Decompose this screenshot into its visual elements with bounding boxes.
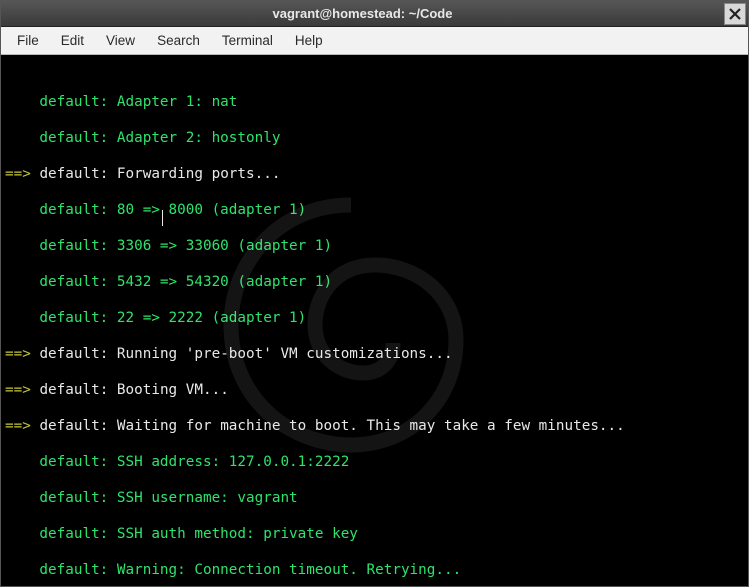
menu-file[interactable]: File — [7, 29, 49, 52]
terminal-line: ==> default: Waiting for machine to boot… — [5, 417, 744, 435]
terminal-output[interactable]: default: Adapter 1: nat default: Adapter… — [1, 55, 748, 586]
terminal-line: default: 5432 => 54320 (adapter 1) — [5, 273, 744, 291]
terminal-line: default: 22 => 2222 (adapter 1) — [5, 309, 744, 327]
window-titlebar: vagrant@homestead: ~/Code — [1, 1, 748, 27]
menu-edit[interactable]: Edit — [51, 29, 94, 52]
menu-terminal[interactable]: Terminal — [212, 29, 283, 52]
terminal-line: default: 80 => 8000 (adapter 1) — [5, 201, 744, 219]
terminal-line: ==> default: Forwarding ports... — [5, 165, 744, 183]
terminal-line: default: SSH username: vagrant — [5, 489, 744, 507]
menu-help[interactable]: Help — [285, 29, 333, 52]
close-icon — [729, 8, 741, 20]
menu-view[interactable]: View — [96, 29, 145, 52]
terminal-line: default: SSH auth method: private key — [5, 525, 744, 543]
window-title: vagrant@homestead: ~/Code — [1, 6, 724, 21]
text-cursor — [162, 210, 163, 226]
terminal-line: default: Warning: Connection timeout. Re… — [5, 561, 744, 579]
terminal-line: ==> default: Running 'pre-boot' VM custo… — [5, 345, 744, 363]
close-button[interactable] — [724, 3, 746, 25]
menu-search[interactable]: Search — [147, 29, 210, 52]
terminal-line: default: 3306 => 33060 (adapter 1) — [5, 237, 744, 255]
terminal-line: default: SSH address: 127.0.0.1:2222 — [5, 453, 744, 471]
terminal-line: ==> default: Booting VM... — [5, 381, 744, 399]
terminal-line: default: Adapter 1: nat — [5, 93, 744, 111]
menubar: File Edit View Search Terminal Help — [1, 27, 748, 55]
terminal-line: default: Adapter 2: hostonly — [5, 129, 744, 147]
